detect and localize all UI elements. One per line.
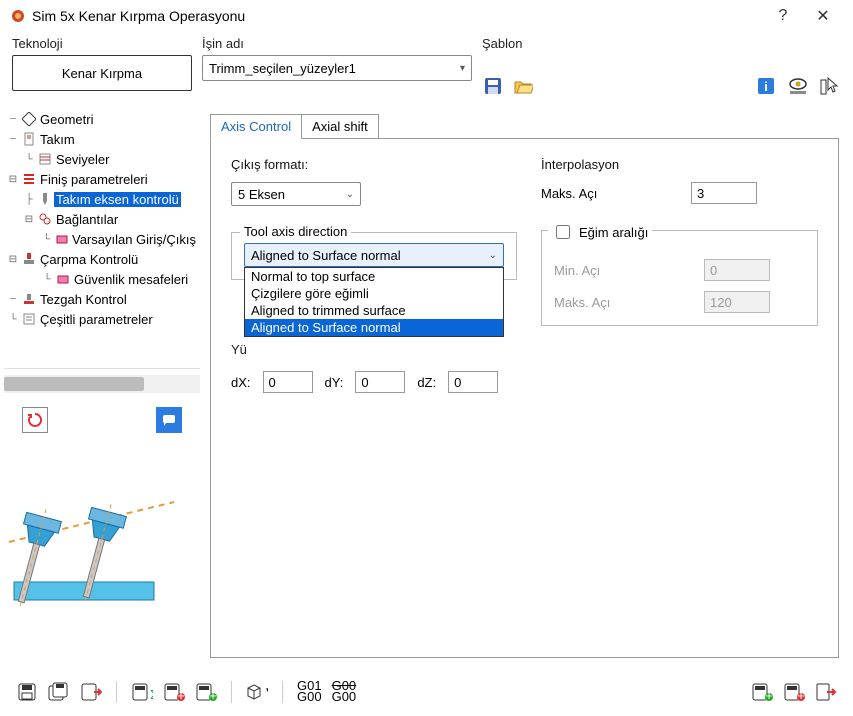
separator bbox=[282, 681, 283, 703]
tree-item[interactable]: ┄Geometri bbox=[4, 109, 200, 129]
tree-item[interactable]: └Varsayılan Giriş/Çıkış bbox=[4, 229, 200, 249]
tilt-range-label: Eğim aralığı bbox=[579, 225, 648, 240]
close-button[interactable]: ✕ bbox=[803, 6, 843, 26]
tree-item[interactable]: └Seviyeler bbox=[4, 149, 200, 169]
min-angle-label: Min. Açı bbox=[554, 263, 704, 278]
technology-label: Teknoloji bbox=[12, 36, 192, 51]
technology-button[interactable]: Kenar Kırpma bbox=[12, 55, 192, 91]
tool-axis-group-label: Tool axis direction bbox=[240, 224, 351, 239]
window-title: Sim 5x Kenar Kırpma Operasyonu bbox=[32, 8, 763, 24]
save-exit-icon[interactable] bbox=[80, 681, 102, 703]
separator bbox=[116, 681, 117, 703]
dropdown-option[interactable]: Normal to top surface bbox=[245, 268, 503, 285]
svg-text:Σ: Σ bbox=[150, 687, 153, 702]
tree-horizontal-scrollbar[interactable] bbox=[4, 375, 200, 393]
tilt-range-checkbox[interactable] bbox=[556, 225, 570, 239]
open-template-icon[interactable] bbox=[512, 75, 534, 97]
job-name-label: İşin adı bbox=[202, 36, 472, 51]
tab-axial-shift[interactable]: Axial shift bbox=[301, 114, 379, 139]
max-angle-2-label: Maks. Açı bbox=[554, 295, 704, 310]
svg-text:+: + bbox=[177, 688, 185, 702]
save-all-icon[interactable] bbox=[48, 681, 70, 703]
svg-text:+: + bbox=[209, 688, 217, 702]
tool-axis-combo[interactable]: Aligned to Surface normal ⌄ bbox=[244, 243, 504, 267]
chevron-down-icon: ⌄ bbox=[489, 250, 497, 261]
tool-axis-dropdown-list: Normal to top surface Çizgilere göre eği… bbox=[244, 267, 504, 337]
dx-label: dX: bbox=[231, 375, 251, 390]
tab-axis-control[interactable]: Axis Control bbox=[210, 114, 302, 139]
dx-input[interactable] bbox=[263, 371, 313, 393]
tool-preview-image bbox=[4, 487, 184, 647]
save-add-icon[interactable]: + bbox=[163, 681, 185, 703]
chevron-down-icon: ▾ bbox=[460, 63, 465, 74]
tree-item[interactable]: └Güvenlik mesafeleri bbox=[4, 269, 200, 289]
tree-item[interactable]: ⊟Bağlantılar bbox=[4, 209, 200, 229]
preview-eye-icon[interactable] bbox=[787, 75, 809, 97]
job-name-combo[interactable]: Trimm_seçilen_yüzeyler1 ▾ bbox=[202, 55, 472, 81]
template-label: Şablon bbox=[482, 36, 534, 51]
dz-input[interactable] bbox=[448, 371, 498, 393]
cube-dropdown-icon[interactable]: ▾ bbox=[246, 681, 268, 703]
svg-text:i: i bbox=[764, 79, 768, 94]
save-icon[interactable] bbox=[16, 681, 38, 703]
svg-text:+: + bbox=[765, 688, 773, 702]
app-icon bbox=[10, 8, 26, 24]
separator bbox=[231, 681, 232, 703]
save-calc-icon[interactable]: Σ bbox=[131, 681, 153, 703]
svg-text:▾: ▾ bbox=[266, 683, 268, 698]
reset-rotation-button[interactable] bbox=[22, 407, 48, 433]
chevron-down-icon: ⌄ bbox=[346, 189, 354, 200]
dy-label: dY: bbox=[325, 375, 344, 390]
save-template-icon[interactable] bbox=[482, 75, 504, 97]
tree-item[interactable]: ┄Tezgah Kontrol bbox=[4, 289, 200, 309]
interpolation-label: İnterpolasyon bbox=[541, 157, 818, 172]
footer-save-green-icon[interactable]: + bbox=[751, 681, 773, 703]
min-angle-input bbox=[704, 259, 770, 281]
max-angle-2-input bbox=[704, 291, 770, 313]
max-angle-input[interactable] bbox=[691, 182, 757, 204]
tree-item[interactable]: ┄Takım bbox=[4, 129, 200, 149]
output-format-label: Çıkış formatı: bbox=[231, 157, 517, 172]
footer-exit-icon[interactable] bbox=[815, 681, 837, 703]
dropdown-option-highlighted[interactable]: Aligned to Surface normal bbox=[245, 319, 503, 336]
tree-item[interactable]: └Çeşitli parametreler bbox=[4, 309, 200, 329]
dropdown-option[interactable]: Çizgilere göre eğimli bbox=[245, 285, 503, 302]
footer-save-red-icon[interactable]: + bbox=[783, 681, 805, 703]
pick-cursor-icon[interactable] bbox=[819, 75, 841, 97]
dropdown-option[interactable]: Aligned to trimmed surface bbox=[245, 302, 503, 319]
max-angle-label: Maks. Açı bbox=[541, 186, 691, 201]
output-format-combo[interactable]: 5 Eksen ⌄ bbox=[231, 182, 361, 206]
tree-item[interactable]: ⊟Finiş parametreleri bbox=[4, 169, 200, 189]
dy-input[interactable] bbox=[355, 371, 405, 393]
yu-label: Yü bbox=[231, 342, 517, 357]
gcode-g00-button[interactable]: G00G00 bbox=[332, 681, 357, 703]
gcode-g01-button[interactable]: G01G00 bbox=[297, 681, 322, 703]
save-plus-icon[interactable]: + bbox=[195, 681, 217, 703]
tree-item[interactable]: ⊟Çarpma Kontrolü bbox=[4, 249, 200, 269]
help-button[interactable]: ? bbox=[763, 7, 803, 25]
navigation-tree: ┄Geometri ┄Takım └Seviyeler ⊟Finiş param… bbox=[4, 109, 200, 369]
info-icon[interactable]: i bbox=[755, 75, 777, 97]
svg-text:+: + bbox=[797, 688, 805, 702]
dz-label: dZ: bbox=[417, 375, 436, 390]
tree-item-selected[interactable]: ├Takım eksen kontrolü bbox=[4, 189, 200, 209]
chat-button[interactable] bbox=[156, 407, 182, 433]
